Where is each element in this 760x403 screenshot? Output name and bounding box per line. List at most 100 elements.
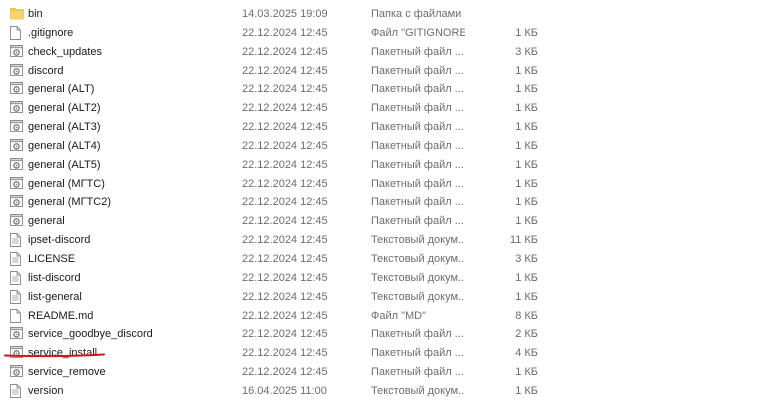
batch-file-icon: [10, 63, 23, 78]
batch-file-icon: [10, 157, 23, 172]
file-name: LICENSE: [28, 252, 76, 265]
file-row[interactable]: list-general 22.12.2024 12:45 Текстовый до…: [0, 288, 760, 307]
file-name: general (ALT4): [28, 139, 101, 152]
file-row[interactable]: version 16.04.2025 11:00 Текстовый докум..…: [0, 382, 760, 401]
file-type: Пакетный файл ...: [371, 45, 464, 58]
file-modified-date: 22.12.2024 12:45: [242, 196, 328, 209]
file-size: 1 КБ: [515, 64, 538, 77]
file-modified-date: 22.12.2024 12:45: [242, 64, 328, 77]
file-size: 1 КБ: [515, 83, 538, 96]
file-type: Текстовый докум...: [371, 252, 465, 265]
file-row[interactable]: discord 22.12.2024 12:45 Пакетный файл ...…: [0, 62, 760, 81]
batch-file-icon: [10, 101, 23, 115]
file-name: list-discord: [28, 271, 81, 284]
file-type: Файл "GITIGNORE": [371, 26, 465, 39]
file-size: 1 КБ: [515, 121, 538, 134]
file-size: 1 КБ: [515, 196, 538, 209]
batch-file-icon: [10, 82, 23, 96]
file-size: 1 КБ: [515, 139, 538, 152]
file-row[interactable]: .gitignore 22.12.2024 12:45 Файл "GITIGNOR…: [0, 24, 760, 43]
file-row[interactable]: general (ALT5) 22.12.2024 12:45 Пакетный ф…: [0, 156, 760, 175]
file-name: general (ALT): [28, 83, 95, 96]
folder-icon: [10, 7, 24, 21]
file-row[interactable]: ipset-discord 22.12.2024 12:45 Текстовый д…: [0, 231, 760, 250]
file-modified-date: 22.12.2024 12:45: [242, 45, 328, 58]
file-type: Пакетный файл ...: [371, 215, 464, 228]
file-row[interactable]: service_remove 22.12.2024 12:45 Пакетный ф…: [0, 363, 760, 382]
text-file-icon: [10, 289, 23, 304]
file-type: Пакетный файл ...: [371, 347, 464, 360]
batch-file-icon: [10, 120, 23, 134]
file-row[interactable]: service_install 22.12.2024 12:45 Пакетный …: [0, 344, 760, 363]
file-row[interactable]: check_updates 22.12.2024 12:45 Пакетный фа…: [0, 43, 760, 62]
file-modified-date: 22.12.2024 12:45: [242, 215, 328, 228]
file-row[interactable]: list-discord 22.12.2024 12:45 Текстовый до…: [0, 269, 760, 288]
batch-file-icon: [10, 138, 23, 153]
file-size: 1 КБ: [515, 366, 538, 379]
file-row[interactable]: README.md 22.12.2024 12:45 Файл "MD" 8 КБ: [0, 307, 760, 326]
file-name: version: [28, 384, 64, 397]
file-row[interactable]: general (ALT2) 22.12.2024 12:45 Пакетный ф…: [0, 99, 760, 118]
file-name: ipset-discord: [28, 234, 91, 247]
file-type: Папка с файлами: [371, 8, 462, 20]
file-row[interactable]: general (ALT) 22.12.2024 12:45 Пакетный фа…: [0, 80, 760, 99]
file-type: Пакетный файл ...: [371, 328, 464, 341]
file-modified-date: 22.12.2024 12:45: [242, 309, 328, 322]
file-type: Текстовый докум...: [371, 384, 465, 397]
file-name: general (МГТС2): [28, 196, 111, 209]
file-type: Текстовый докум...: [371, 271, 465, 284]
file-row[interactable]: general (МГТС2) 22.12.2024 12:45 Пакетный …: [0, 193, 760, 212]
file-type: Пакетный файл ...: [371, 64, 464, 77]
batch-file-icon: [10, 214, 23, 228]
file-row[interactable]: service_goodbye_discord 22.12.2024 12:45 П…: [0, 325, 760, 344]
file-name: general (ALT3): [28, 121, 101, 134]
text-file-icon: [10, 233, 23, 248]
file-name: general: [28, 215, 65, 228]
file-size: 3 КБ: [515, 252, 538, 265]
file-name: discord: [28, 64, 64, 77]
file-row[interactable]: general (ALT3) 22.12.2024 12:45 Пакетный ф…: [0, 118, 760, 137]
file-icon: [10, 25, 23, 40]
file-modified-date: 22.12.2024 12:45: [242, 102, 328, 115]
file-row[interactable]: general (МГТС) 22.12.2024 12:45 Пакетный ф…: [0, 175, 760, 194]
file-modified-date: 22.12.2024 12:45: [242, 177, 328, 190]
file-row[interactable]: general (ALT4) 22.12.2024 12:45 Пакетный ф…: [0, 137, 760, 156]
file-modified-date: 22.12.2024 12:45: [242, 139, 328, 152]
file-name: general (МГТС): [28, 177, 105, 190]
file-row[interactable]: general 22.12.2024 12:45 Пакетный файл ...…: [0, 212, 760, 231]
text-file-icon: [10, 383, 23, 398]
file-type: Пакетный файл ...: [371, 139, 464, 152]
file-modified-date: 22.12.2024 12:45: [242, 83, 328, 96]
file-type: Текстовый докум...: [371, 290, 465, 303]
file-size: 1 КБ: [515, 384, 538, 397]
file-type: Пакетный файл ...: [371, 196, 464, 209]
file-row[interactable]: bin 14.03.2025 19:09 Папка с файлами: [0, 5, 760, 24]
text-file-icon: [10, 270, 23, 285]
file-type: Пакетный файл ...: [371, 177, 464, 190]
file-name: general (ALT5): [28, 158, 101, 171]
file-size: 1 КБ: [515, 26, 538, 39]
file-name: service_remove: [28, 366, 106, 379]
file-modified-date: 22.12.2024 12:45: [242, 158, 328, 171]
file-type: Файл "MD": [371, 309, 427, 322]
file-modified-date: 22.12.2024 12:45: [242, 271, 328, 284]
file-name: .gitignore: [28, 26, 74, 39]
file-name: service_install: [28, 347, 98, 360]
file-type: Текстовый докум...: [371, 234, 465, 247]
batch-file-icon: [10, 346, 23, 360]
file-name: service_goodbye_discord: [28, 328, 153, 341]
file-size: 4 КБ: [515, 347, 538, 360]
file-type: Пакетный файл ...: [371, 158, 464, 171]
file-modified-date: 22.12.2024 12:45: [242, 290, 328, 303]
file-modified-date: 22.12.2024 12:45: [242, 366, 328, 379]
file-modified-date: 22.12.2024 12:45: [242, 234, 328, 247]
file-name: bin: [28, 8, 43, 20]
file-type: Пакетный файл ...: [371, 102, 464, 115]
file-type: Пакетный файл ...: [371, 83, 464, 96]
file-modified-date: 22.12.2024 12:45: [242, 121, 328, 134]
file-modified-date: 22.12.2024 12:45: [242, 252, 328, 265]
batch-file-icon: [10, 176, 23, 191]
file-row[interactable]: LICENSE 22.12.2024 12:45 Текстовый докум..…: [0, 250, 760, 269]
file-modified-date: 22.12.2024 12:45: [242, 328, 328, 341]
file-size: 3 КБ: [515, 45, 538, 58]
